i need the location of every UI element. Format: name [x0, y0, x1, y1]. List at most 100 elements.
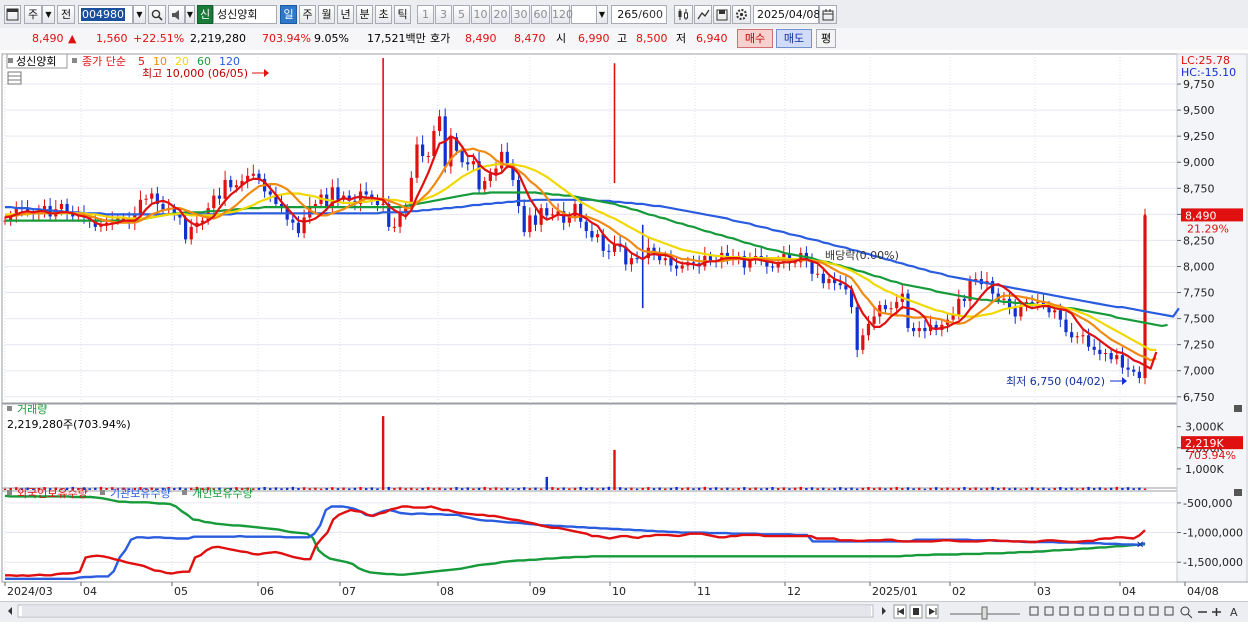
- buy-button[interactable]: 매수: [737, 29, 773, 48]
- volume-bar: [895, 486, 898, 490]
- volume-bar: [297, 488, 300, 490]
- period-button[interactable]: 년: [337, 5, 354, 24]
- volume-bar: [855, 488, 859, 490]
- sell-button[interactable]: 매도: [776, 29, 812, 48]
- tool-icon[interactable]: [694, 5, 712, 24]
- interval-button[interactable]: 30: [511, 5, 530, 24]
- candle-body: [1103, 353, 1108, 355]
- high-annotation: 최고 10,000 (06/05): [142, 67, 248, 80]
- view-tool-icons[interactable]: [1029, 606, 1174, 616]
- zoom-icon[interactable]: [1180, 606, 1190, 616]
- interval-button[interactable]: 20: [491, 5, 510, 24]
- speaker-dropdown-icon[interactable]: ▼: [185, 5, 195, 24]
- volume-bar: [291, 486, 295, 490]
- volume-bar: [381, 416, 385, 490]
- volume-bar: [1121, 487, 1124, 490]
- volume-bar: [1008, 488, 1011, 490]
- trade-value: 17,521백만: [367, 32, 426, 45]
- ask-price: 8,470: [514, 32, 546, 45]
- period-button[interactable]: 일: [280, 5, 297, 24]
- candle-body: [471, 161, 476, 165]
- period-button[interactable]: 월: [318, 5, 335, 24]
- scroll-right-icon[interactable]: [882, 607, 886, 615]
- volume-bar: [449, 487, 453, 490]
- code-dropdown-icon[interactable]: ▼: [133, 5, 146, 24]
- period-button[interactable]: 주: [299, 5, 316, 24]
- font-size-icon[interactable]: A: [1230, 606, 1238, 619]
- volume-bar: [9, 487, 12, 490]
- volume-bar: [460, 488, 464, 490]
- candle-body: [460, 150, 464, 163]
- volume-bar: [528, 488, 532, 490]
- candle-body: [866, 323, 871, 336]
- volume-bar: [951, 488, 955, 490]
- interval-button[interactable]: 5: [453, 5, 470, 24]
- x-tick-label: 10: [612, 585, 626, 598]
- evaluate-button[interactable]: 평: [816, 29, 836, 48]
- up-arrow-icon: ▲: [68, 32, 77, 45]
- volume-bar: [302, 487, 306, 490]
- calendar-icon[interactable]: [819, 5, 837, 24]
- x-tick-label: 11: [697, 585, 711, 598]
- volume-bar: [94, 487, 97, 490]
- price-tick-label: 7,000: [1183, 365, 1215, 378]
- candle-type-icon[interactable]: [674, 5, 693, 24]
- interval-button[interactable]: 60: [531, 5, 550, 24]
- scroll-thumb[interactable]: [22, 606, 871, 616]
- volume-bar: [562, 487, 565, 490]
- volume-bar: [618, 487, 622, 490]
- scroll-controls[interactable]: [893, 604, 939, 619]
- interval-button[interactable]: 1: [417, 5, 434, 24]
- prev-button[interactable]: 전: [57, 5, 75, 24]
- save-icon[interactable]: [713, 5, 731, 24]
- interval-button[interactable]: 10: [471, 5, 490, 24]
- low-label: 저: [676, 32, 687, 45]
- candle-body: [895, 301, 899, 309]
- candle-body: [550, 214, 555, 216]
- candle-body: [528, 215, 532, 233]
- date-input[interactable]: 2025/04/08: [753, 5, 820, 24]
- zoom-slider-handle[interactable]: [981, 606, 988, 620]
- period-button[interactable]: 틱: [394, 5, 411, 24]
- stock-code-input[interactable]: 004980: [78, 5, 133, 24]
- stock-name-field[interactable]: 성신양회: [213, 5, 277, 24]
- main-toolbar: 주 ▼ 전 004980 ▼ ▼ 신 성신양회 ▼ 265/600 2025/0…: [0, 0, 1248, 30]
- interval-button[interactable]: 120: [551, 5, 573, 24]
- period-button[interactable]: 초: [375, 5, 392, 24]
- interval-button[interactable]: 3: [435, 5, 452, 24]
- period-unit-button[interactable]: 주: [24, 5, 42, 24]
- chart-scrollbar[interactable]: A: [0, 601, 1248, 622]
- volume-bar: [99, 486, 103, 490]
- high-price: 8,500: [636, 32, 668, 45]
- volume-bar: [274, 487, 278, 490]
- settings-icon[interactable]: [732, 5, 751, 24]
- volume-bar: [968, 488, 972, 490]
- chevron-down-icon[interactable]: ▼: [42, 5, 55, 24]
- volume-bar: [545, 476, 548, 490]
- count-field[interactable]: 265/600: [611, 5, 667, 24]
- candle-body: [291, 219, 295, 223]
- stock-chart[interactable]: 9,7509,5009,2509,0008,7508,5008,2508,000…: [0, 50, 1248, 603]
- volume-bar: [686, 487, 690, 490]
- window-icon[interactable]: [4, 5, 21, 24]
- volume-bar: [974, 487, 977, 490]
- volume-bar: [477, 487, 481, 490]
- candle-body: [1019, 306, 1023, 317]
- price-tick-label: 9,750: [1183, 78, 1215, 91]
- candle-body: [466, 162, 470, 165]
- candle-body: [533, 215, 538, 225]
- candle-body: [861, 335, 865, 350]
- volume-bar: [816, 488, 819, 490]
- volume-bar: [867, 487, 870, 490]
- interval-dropdown-icon[interactable]: ▼: [596, 5, 608, 24]
- candle-body: [251, 173, 255, 176]
- speaker-icon[interactable]: [168, 5, 185, 24]
- volume-bar: [364, 488, 368, 490]
- volume-bar: [709, 487, 712, 490]
- period-button[interactable]: 분: [356, 5, 373, 24]
- volume-bar: [285, 487, 289, 490]
- candle-body: [855, 307, 859, 350]
- scroll-left-icon[interactable]: [8, 607, 12, 615]
- candle-body: [183, 217, 188, 240]
- search-icon[interactable]: [148, 5, 166, 24]
